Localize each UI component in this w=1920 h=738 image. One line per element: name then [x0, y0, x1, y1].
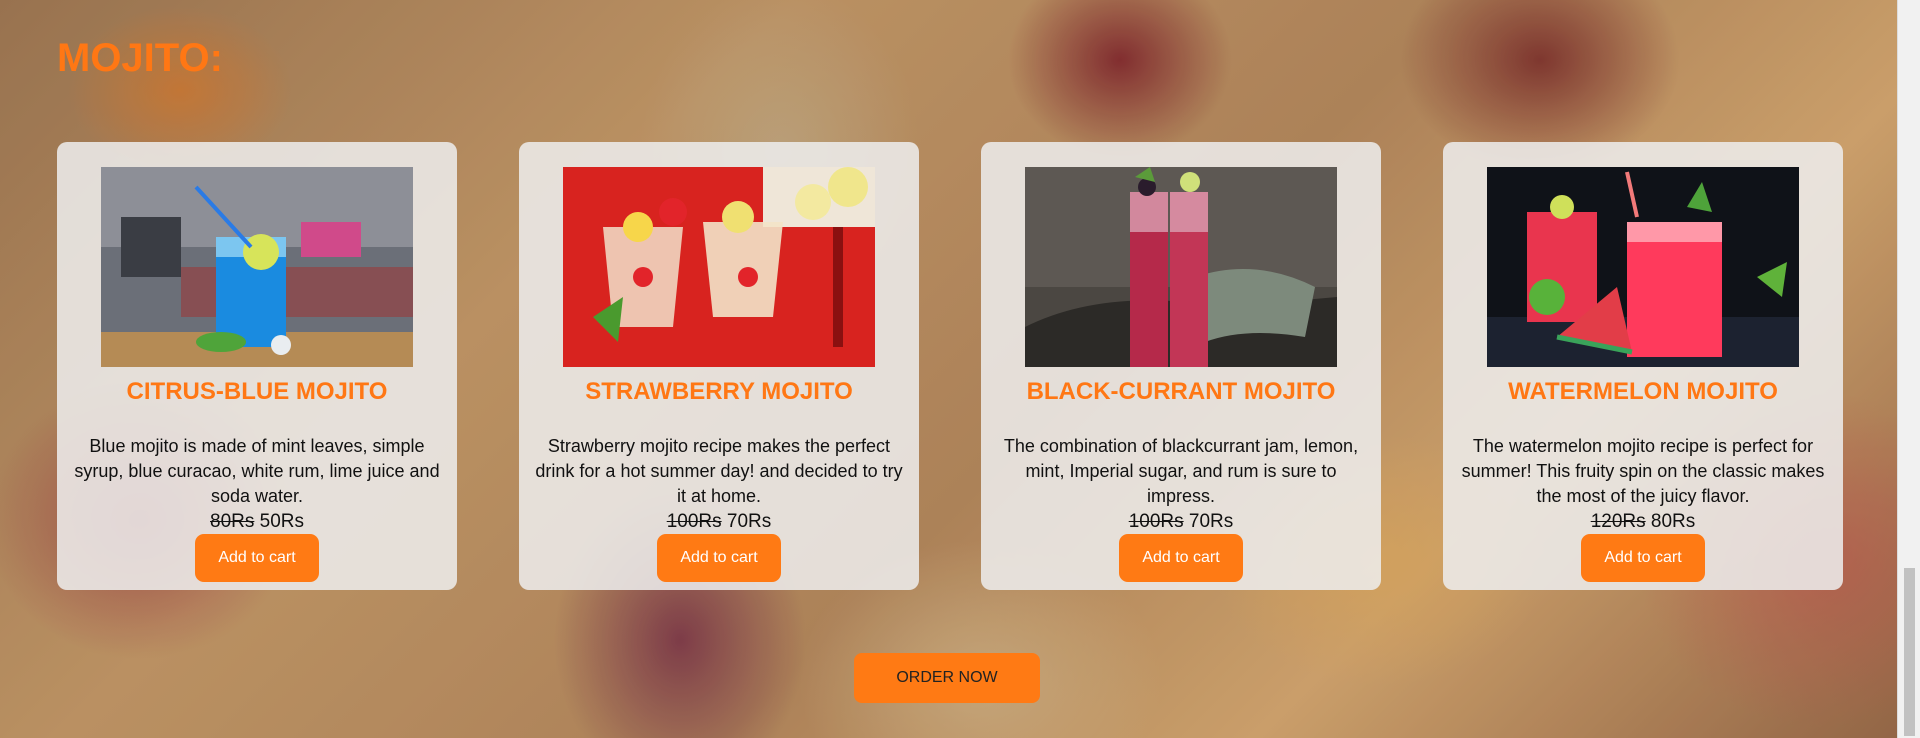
- product-card-citrus-blue: CITRUS-BLUE MOJITO Blue mojito is made o…: [57, 142, 457, 590]
- product-card-watermelon: WATERMELON MOJITO The watermelon mojito …: [1443, 142, 1843, 590]
- old-price: 120Rs: [1590, 511, 1646, 532]
- watermelon-mojito-photo: [1487, 167, 1799, 367]
- blackcurrant-mojito-photo: [1025, 167, 1337, 367]
- old-price: 100Rs: [666, 511, 722, 532]
- product-name: STRAWBERRY MOJITO: [585, 378, 853, 405]
- add-to-cart-button[interactable]: Add to cart: [1581, 534, 1705, 582]
- section-title: MOJITO:: [57, 36, 223, 80]
- product-name: BLACK-CURRANT MOJITO: [1026, 378, 1336, 405]
- add-to-cart-button[interactable]: Add to cart: [657, 534, 781, 582]
- current-price: 70Rs: [726, 511, 772, 532]
- product-description: The combination of blackcurrant jam, lem…: [1003, 436, 1359, 506]
- add-to-cart-button[interactable]: Add to cart: [195, 534, 319, 582]
- product-description: Blue mojito is made of mint leaves, simp…: [74, 436, 440, 506]
- old-price: 100Rs: [1128, 511, 1184, 532]
- product-name: WATERMELON MOJITO: [1508, 378, 1778, 405]
- product-price: 100Rs 70Rs: [1129, 509, 1234, 534]
- current-price: 80Rs: [1650, 511, 1696, 532]
- current-price: 50Rs: [259, 511, 304, 532]
- product-price: 120Rs 80Rs: [1591, 509, 1696, 534]
- scrollbar-thumb[interactable]: [1904, 568, 1915, 736]
- product-description: The watermelon mojito recipe is perfect …: [1461, 436, 1825, 506]
- add-to-cart-button[interactable]: Add to cart: [1119, 534, 1243, 582]
- product-card-black-currant: BLACK-CURRANT MOJITO The combination of …: [981, 142, 1381, 590]
- product-price: 80Rs 50Rs: [210, 509, 304, 534]
- product-name: CITRUS-BLUE MOJITO: [126, 378, 388, 405]
- blue-mojito-photo: [101, 167, 413, 367]
- product-description: Strawberry mojito recipe makes the perfe…: [535, 436, 903, 506]
- product-grid: CITRUS-BLUE MOJITO Blue mojito is made o…: [57, 142, 1843, 590]
- product-card-strawberry: STRAWBERRY MOJITO Strawberry mojito reci…: [519, 142, 919, 590]
- old-price: 80Rs: [210, 511, 255, 532]
- current-price: 70Rs: [1188, 511, 1234, 532]
- order-now-button[interactable]: ORDER NOW: [854, 653, 1040, 703]
- strawberry-mojito-photo: [563, 167, 875, 367]
- vertical-scrollbar[interactable]: [1897, 0, 1920, 738]
- product-price: 100Rs 70Rs: [667, 509, 772, 534]
